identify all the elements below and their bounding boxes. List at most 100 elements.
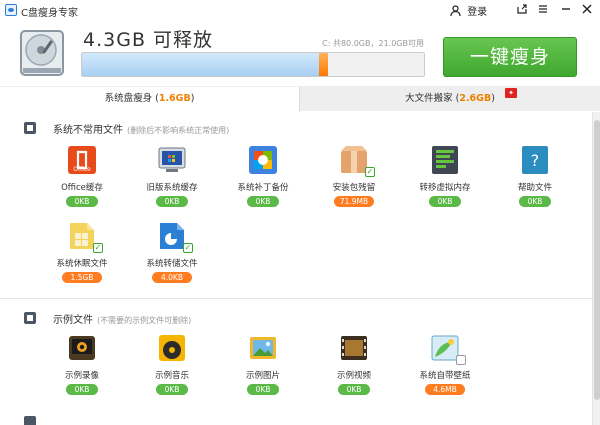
tab-system-slim-size-wrap: (1.6GB) [155, 93, 195, 104]
item-size-badge: 0KB [247, 384, 279, 395]
one-click-slim-button[interactable]: 一键瘦身 [443, 37, 577, 77]
section-header-system-files: 系统不常用文件 (删除后不影响系统正常使用) [0, 118, 592, 138]
item-checkbox[interactable]: ✓ [93, 243, 103, 253]
item-size-badge: 0KB [338, 384, 370, 395]
file-item[interactable]: 示例音乐 0KB [129, 333, 215, 399]
tab-system-slim[interactable]: 系统盘瘦身 (1.6GB) [0, 87, 300, 112]
file-item[interactable]: 示例视频 0KB [311, 333, 397, 399]
section-header-sample-files: 示例文件 (不需要的示例文件可删除) [0, 308, 592, 328]
releasable-space-title: 4.3GB 可释放 [83, 29, 214, 51]
item-checkbox[interactable]: ✓ [183, 243, 193, 253]
section-system-files-title: 系统不常用文件 [53, 125, 123, 136]
tab-large-file-move-label: 大文件搬家 [405, 93, 453, 104]
sample-music-icon [159, 335, 185, 361]
file-item[interactable]: 示例录像 0KB [39, 333, 125, 399]
section-title-system-files: 系统不常用文件 (删除后不影响系统正常使用) [53, 121, 229, 136]
item-label: 示例图片 [245, 371, 280, 381]
disk-capacity-info: C: 共80.0GB，21.0GB可用 [322, 39, 424, 48]
minimize-icon [562, 8, 570, 10]
section-sample-files-title: 示例文件 [53, 315, 93, 326]
item-label: 帮助文件 [517, 183, 552, 193]
hard-disk-icon [20, 30, 64, 76]
login-label: 登录 [467, 7, 488, 18]
item-size-badge: 0KB [156, 196, 188, 207]
file-item[interactable]: 旧版系统缓存 0KB [129, 145, 215, 211]
menu-button[interactable] [536, 3, 550, 17]
file-item[interactable]: Office Office缓存 0KB [39, 145, 125, 211]
sample-picture-icon [250, 337, 276, 359]
app-title: C盘瘦身专家 [21, 8, 78, 19]
file-item[interactable]: ? 帮助文件 0KB [492, 145, 578, 211]
next-section-icon [24, 416, 36, 425]
item-label: Office缓存 [61, 183, 103, 193]
item-label: 旧版系统缓存 [146, 183, 198, 193]
item-label: 示例视频 [336, 371, 371, 381]
next-section-peek [0, 411, 592, 425]
menu-icon [539, 5, 547, 13]
item-label: 系统休眠文件 [56, 259, 108, 269]
close-icon [582, 4, 592, 14]
item-size-badge: 0KB [66, 196, 98, 207]
file-item[interactable]: ✓ 系统休眠文件 1.5GB [39, 221, 125, 287]
disk-usage-bar [81, 52, 425, 77]
old-system-icon [158, 147, 186, 172]
tab-system-slim-label: 系统盘瘦身 [104, 93, 153, 104]
tab-large-file-move-size-wrap: (2.6GB) [455, 93, 495, 104]
item-size-badge: 71.9MB [334, 196, 374, 207]
app-logo-icon [5, 4, 17, 16]
item-label: 示例音乐 [154, 371, 189, 381]
close-button[interactable] [580, 3, 594, 17]
item-label: 安装包残留 [332, 183, 376, 193]
file-item[interactable]: 示例图片 0KB [220, 333, 306, 399]
tab-large-file-move[interactable]: 大文件搬家 (2.6GB) [300, 87, 600, 111]
scrollbar-thumb[interactable] [594, 120, 600, 400]
tab-system-slim-size: 1.6GB [158, 93, 191, 104]
patch-backup-icon [249, 146, 277, 174]
item-size-badge: 4.6MB [425, 384, 465, 395]
item-size-badge: 4.0KB [152, 272, 192, 283]
item-size-badge: 0KB [519, 196, 551, 207]
sample-movie-icon [341, 336, 367, 360]
export-button[interactable] [515, 3, 529, 17]
title-bar: C盘瘦身专家 登录 [0, 0, 600, 22]
section-title-sample-files: 示例文件 (不需要的示例文件可删除) [53, 311, 191, 326]
help-file-icon: ? [522, 146, 548, 174]
app-window: C盘瘦身专家 登录 4.3GB 可释放 C: 共80.0GB，21.0GB可用 … [0, 0, 600, 425]
item-checkbox[interactable] [456, 355, 466, 365]
file-item[interactable]: 系统补丁备份 0KB [220, 145, 306, 211]
file-item[interactable]: 系统自带壁纸 4.6MB [402, 333, 488, 399]
export-icon [517, 4, 527, 14]
section-files-icon [24, 122, 36, 134]
item-label: 系统补丁备份 [237, 183, 289, 193]
item-label: 示例录像 [64, 371, 99, 381]
file-item[interactable]: ✓ 安装包残留 71.9MB [311, 145, 397, 211]
svg-text:Office: Office [73, 166, 91, 173]
login-button[interactable]: 登录 [450, 3, 487, 18]
item-size-badge: 0KB [156, 384, 188, 395]
item-label: 转移虚拟内存 [419, 183, 471, 193]
sample-video-icon [69, 336, 95, 360]
item-size-badge: 0KB [247, 196, 279, 207]
item-size-badge: 0KB [66, 384, 98, 395]
file-item[interactable]: 转移虚拟内存 0KB [402, 145, 488, 211]
new-badge-icon: ✦ [505, 88, 517, 98]
svg-text:?: ? [531, 151, 540, 170]
tab-large-file-move-size: 2.6GB [459, 93, 492, 104]
disk-used-fill [82, 53, 328, 76]
item-checkbox[interactable]: ✓ [365, 167, 375, 177]
virtual-memory-icon [432, 146, 458, 174]
item-size-badge: 0KB [429, 196, 461, 207]
minimize-button[interactable] [559, 3, 573, 17]
file-item[interactable]: ✓ 系统转储文件 4.0KB [129, 221, 215, 287]
section-divider [0, 298, 592, 299]
section-sample-files-note: (不需要的示例文件可删除) [97, 316, 192, 325]
item-label: 系统转储文件 [146, 259, 198, 269]
section-system-files-note: (删除后不影响系统正常使用) [127, 126, 230, 135]
item-label: 系统自带壁纸 [419, 371, 471, 381]
item-size-badge: 1.5GB [62, 272, 102, 283]
vertical-scrollbar[interactable] [592, 112, 600, 425]
section-samples-icon [24, 312, 36, 324]
user-icon [450, 5, 461, 17]
office-icon: Office [68, 146, 96, 174]
releasable-marker [319, 53, 328, 76]
